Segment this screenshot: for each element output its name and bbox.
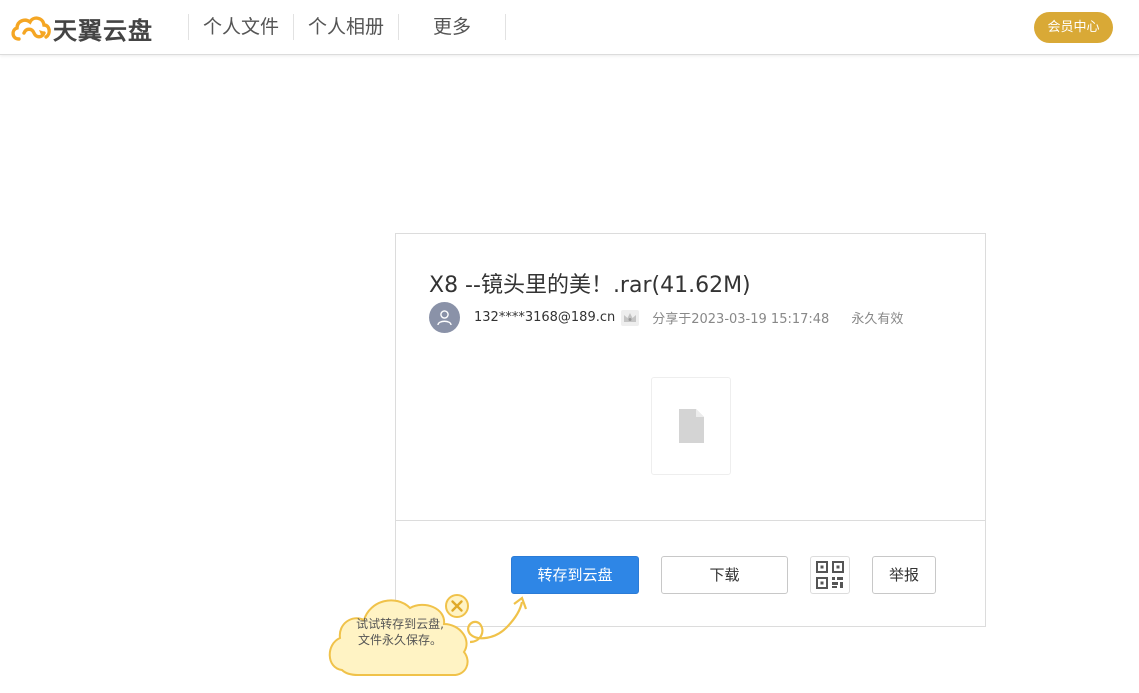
main-nav: 个人文件 个人相册 更多 xyxy=(188,14,507,40)
file-title: X8 --镜头里的美！.rar(41.62M) xyxy=(429,273,751,298)
share-card: X8 --镜头里的美！.rar(41.62M) 132****3168@189.… xyxy=(395,233,986,627)
close-icon[interactable] xyxy=(444,593,470,619)
crown-icon xyxy=(620,309,640,327)
avatar xyxy=(429,302,460,333)
download-button[interactable]: 下载 xyxy=(661,556,788,594)
nav-personal-files[interactable]: 个人文件 xyxy=(189,14,293,40)
brand-name: 天翼云盘 xyxy=(53,16,153,45)
validity-label: 永久有效 xyxy=(851,312,904,327)
qr-code-button[interactable] xyxy=(810,556,850,594)
report-button[interactable]: 举报 xyxy=(872,556,936,594)
user-icon xyxy=(437,310,452,326)
file-icon xyxy=(679,409,704,443)
qr-code-icon xyxy=(816,561,844,589)
nav-more[interactable]: 更多 xyxy=(399,14,505,40)
tip-line-2: 文件永久保存。 xyxy=(357,633,442,647)
cloud-logo-icon xyxy=(11,16,51,41)
nav-divider xyxy=(505,14,507,40)
tip-message: 试试转存到云盘, 文件永久保存。 xyxy=(340,616,460,648)
share-meta: 132****3168@189.cn 分享于2023-03-19 15:17:4… xyxy=(429,302,903,333)
file-thumbnail xyxy=(651,377,731,475)
tip-line-1: 试试转存到云盘, xyxy=(356,617,444,631)
sharer-account: 132****3168@189.cn xyxy=(474,310,616,325)
share-time: 分享于2023-03-19 15:17:48 xyxy=(652,312,830,327)
card-divider xyxy=(396,520,985,521)
nav-personal-album[interactable]: 个人相册 xyxy=(294,14,398,40)
save-to-cloud-button[interactable]: 转存到云盘 xyxy=(511,556,639,594)
vip-center-button[interactable]: 会员中心 xyxy=(1034,12,1113,43)
top-header: 天翼云盘 个人文件 个人相册 更多 会员中心 xyxy=(0,0,1139,55)
brand-logo[interactable]: 天翼云盘 xyxy=(9,12,153,45)
